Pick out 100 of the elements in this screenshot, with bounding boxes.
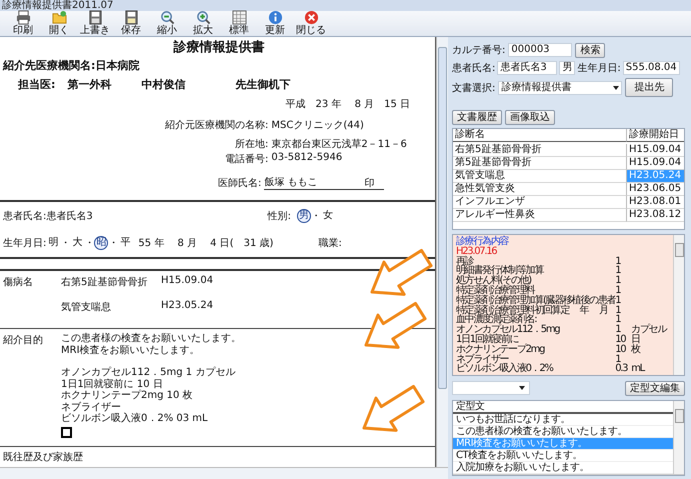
patient-name: 患者氏名3 [46, 210, 93, 223]
diagnosis-label: 傷病名 [2, 276, 34, 290]
treatment-title: 診療行為内容 [456, 237, 510, 247]
panel-button[interactable]: 画像取込 [505, 110, 555, 124]
treatment-unit: カプセル [631, 325, 668, 335]
treatment-quantity: 10 [615, 334, 627, 345]
occupation-label: 職業: [318, 236, 342, 250]
treatment-name: ビソルボン吸入液0．2% [456, 364, 554, 374]
treatment-date: H23.07.16 [456, 246, 498, 257]
dropdown-caret-icon [613, 86, 620, 90]
column-header[interactable]: 定型文 [453, 401, 673, 414]
era-option[interactable]: 昭 [94, 236, 108, 250]
toolbar-button[interactable]: 閉じる [296, 10, 326, 36]
purpose-label: 紹介目的 [2, 334, 44, 348]
treatment-name: オノンカプセル112．5mg [456, 325, 561, 335]
document-title: 診療情報提供書 [174, 38, 265, 56]
treatment-quantity: 1 [615, 286, 622, 296]
search-button[interactable]: 検索 [575, 42, 606, 58]
square-mark-icon [61, 426, 72, 438]
vertical-scrollbar[interactable] [436, 37, 448, 467]
purpose-line: ビソルボン吸入液0．2% 03 mL [61, 413, 209, 425]
horizontal-scrollbar[interactable] [0, 467, 448, 479]
treatment-name: 血中濃度測定薬剤名: [456, 315, 536, 326]
toolbar-button[interactable]: 保存 [116, 10, 146, 36]
close-icon [304, 10, 318, 25]
diagnosis-name: 右第5趾基節骨骨折 [61, 276, 148, 290]
toolbar-button[interactable]: 印刷 [8, 10, 38, 36]
column-header[interactable]: 診療開始日 [626, 129, 684, 142]
purpose-line: オノンカプセル112．5mg 1 カプセル [61, 367, 236, 378]
era-option[interactable]: 大 [70, 236, 84, 250]
doctor-label: 担当医: [18, 76, 56, 92]
column-header[interactable]: 診断名 [453, 129, 626, 142]
table-cell[interactable]: H15.09.04 [626, 144, 684, 157]
salutation: 先生御机下 [235, 76, 290, 92]
phrase-item[interactable]: CT検査をお願いいたします。 [453, 450, 673, 462]
sex-field: 男 [559, 61, 576, 75]
treatment-name: 特定薬剤治療管理加算(臓器移植後の患者 [456, 296, 616, 306]
phrase-category-dropdown[interactable] [452, 381, 530, 395]
department: 第一外科 [67, 76, 112, 92]
table-cell[interactable]: H23.08.01 [626, 196, 684, 209]
birth-label: 生年月日: [3, 236, 46, 250]
table-cell: インフルエンザ [453, 196, 626, 209]
submit-button[interactable]: 提出先 [625, 78, 674, 97]
document-select-label: 文書選択: [452, 82, 496, 94]
table-cell: 右第5趾基節骨骨折 [453, 144, 626, 157]
sender-label: 所在地: [234, 138, 268, 152]
toolbar-button[interactable]: 更新 [260, 10, 290, 36]
patient-name-field[interactable]: 患者氏名3 [497, 61, 558, 75]
purpose-line: ホクナリンテープ2mg 10 枚 [61, 390, 194, 402]
annotation-arrow [362, 384, 425, 432]
treatment-name: 処方せん料(その他) [456, 276, 532, 286]
horizontal-scrollbar[interactable] [453, 474, 684, 475]
treatment-quantity: 10 [615, 344, 627, 355]
treatment-unit: 枚 [631, 344, 642, 355]
treatment-quantity: 1 [615, 266, 622, 276]
sex-option[interactable]: 男 [297, 208, 312, 223]
zoom-in-icon [196, 10, 210, 25]
document-select-dropdown[interactable]: 診療情報提供書 [498, 80, 622, 94]
phrase-item[interactable]: いつもお世話になります。 [453, 414, 673, 426]
era-option[interactable]: 平 [118, 236, 132, 250]
printer-icon [16, 10, 30, 25]
toolbar-button[interactable]: 標準 [224, 10, 254, 36]
purpose-line: 1日1回就寝前に 10 日 [61, 378, 164, 390]
toolbar-button[interactable]: 上書き [80, 10, 110, 36]
birth-date: 55 年 8 月 4 日( 31 歳) [138, 236, 274, 250]
vertical-scrollbar[interactable] [673, 401, 684, 474]
patient-name-label: 患者氏名: [452, 62, 496, 75]
era-option[interactable]: 明 [46, 236, 60, 250]
sex-option[interactable]: 女 [321, 208, 336, 223]
recipient-label: 紹介先医療機関名: [3, 58, 96, 74]
sender-value: MSCクリニック(44) [271, 119, 365, 132]
chart-number-field[interactable]: 000003 [508, 43, 572, 57]
treatment-name: 再診 [456, 256, 474, 266]
purpose-line: MRI検査をお願いいたします。 [61, 344, 201, 356]
sender-value: 東京都台東区元浅草2－11－6 [271, 138, 407, 152]
vertical-scrollbar[interactable] [673, 235, 684, 375]
table-cell: アレルギー性鼻炎 [453, 209, 626, 222]
treatment-unit: 日 [631, 334, 640, 345]
panel-button[interactable]: 文書履歴 [452, 110, 502, 124]
sex-label: 性別: [268, 210, 292, 223]
toolbar-button[interactable]: 開く [44, 10, 74, 36]
treatment-unit: mL [631, 364, 646, 374]
dropdown-caret-icon [519, 386, 525, 390]
toolbar-button[interactable]: 拡大 [188, 10, 218, 36]
date-text: 平成 23 年 8 月 15 日 [286, 98, 410, 112]
table-cell[interactable]: H23.08.12 [626, 209, 684, 222]
table-cell: 第5趾基節骨骨折 [453, 157, 626, 170]
treatment-quantity: 0.3 [615, 364, 629, 374]
seal-label: 印 [364, 176, 374, 190]
diagnosis-date: H15.09.04 [161, 275, 214, 288]
treatment-quantity: 1 [615, 354, 621, 364]
sender-label: 紹介元医療機関の名称: [165, 118, 268, 132]
edit-phrases-button[interactable]: 定型文編集 [625, 380, 685, 396]
diagnosis-date: H23.05.24 [161, 300, 214, 314]
folder-icon [52, 10, 66, 25]
treatment-quantity: 1 [615, 315, 622, 326]
toolbar-button[interactable]: 縮小 [152, 10, 182, 36]
purpose-line: ネブライザー [61, 402, 121, 413]
treatment-name: ネブライザー [456, 354, 509, 364]
table-cell[interactable]: H23.06.05 [626, 183, 684, 196]
